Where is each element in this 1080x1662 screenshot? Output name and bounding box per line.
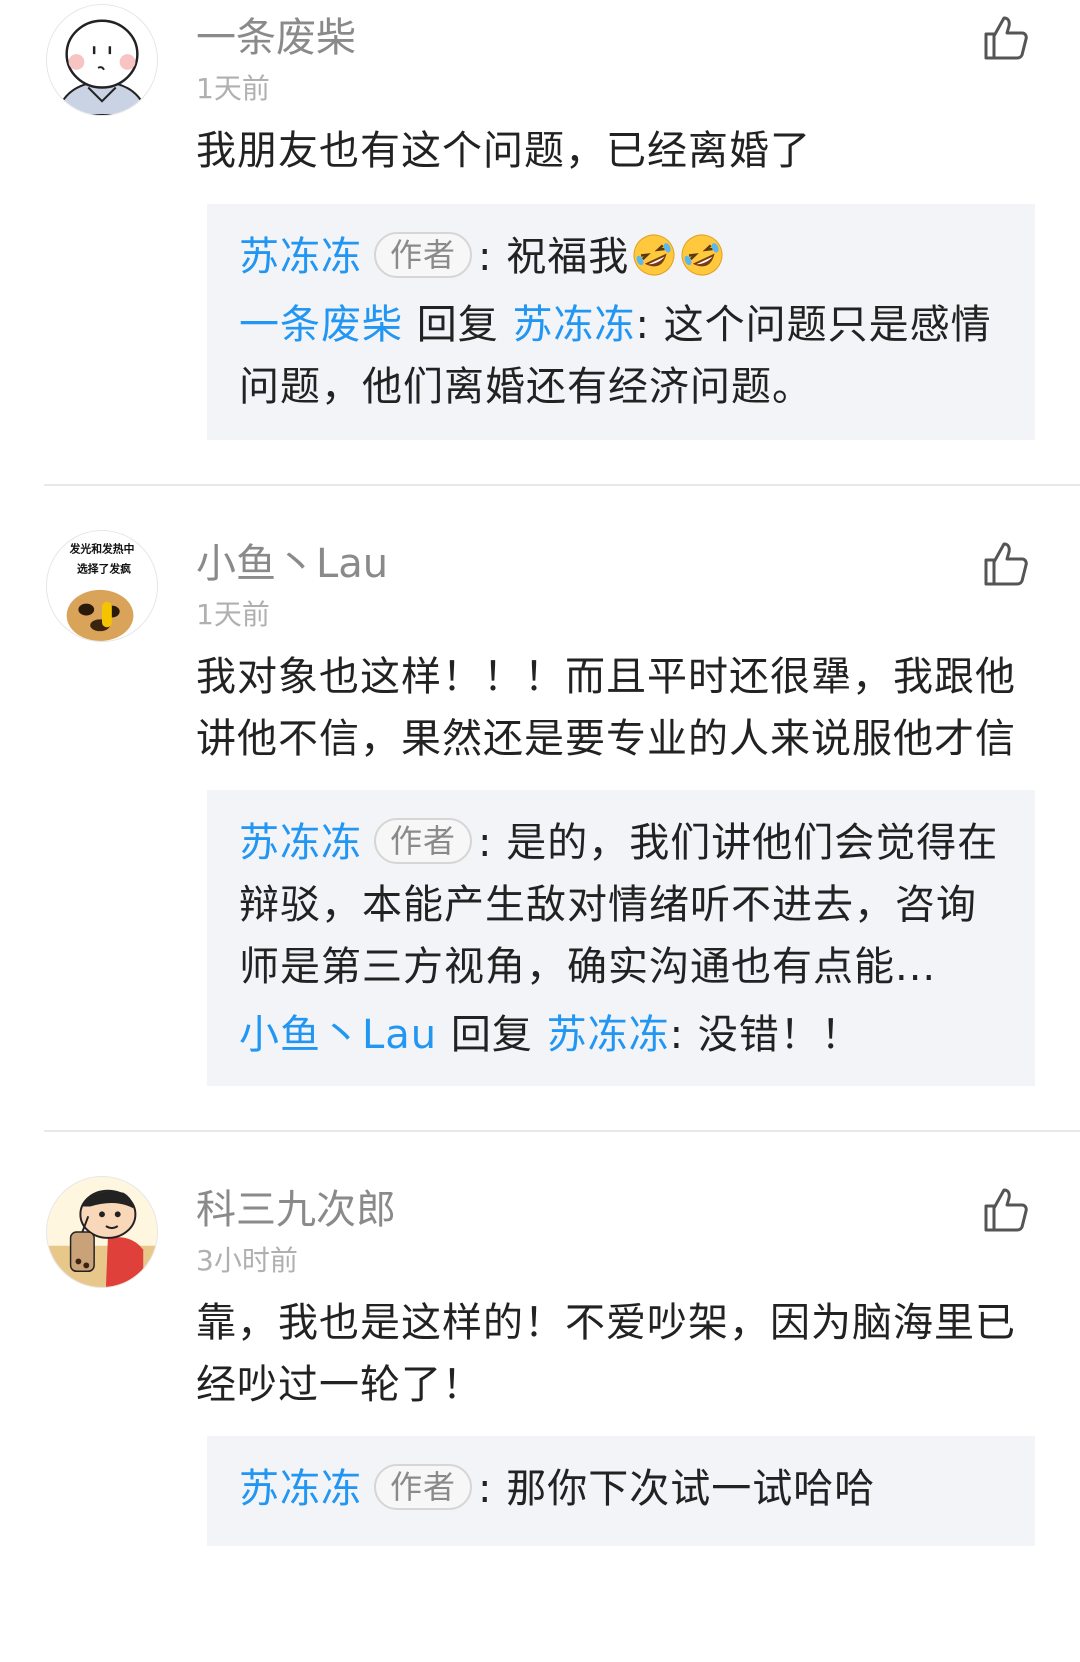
comment-time: 3小时前 (196, 1244, 298, 1277)
comment-username[interactable]: 小鱼丶Lau (196, 540, 388, 588)
avatar[interactable]: 发光和发热中 选择了发疯 (46, 530, 158, 642)
like-icon[interactable] (980, 12, 1032, 64)
comment-username[interactable]: 一条废柴 (196, 14, 356, 62)
reply-author-link[interactable]: 苏冻冻 (239, 1466, 362, 1512)
reply-author-link[interactable]: 小鱼丶Lau (239, 1012, 437, 1058)
avatar[interactable] (46, 4, 158, 116)
reply-verb: 回复 (403, 302, 513, 348)
reply-list: 苏冻冻 作者: 祝福我 一条废柴 回复 苏冻冻: 这个问题只是感情问题，他们离婚还… (207, 204, 1035, 440)
reply-text: : 没错！！ (669, 1012, 862, 1058)
reply-list: 苏冻冻 作者: 是的，我们讲他们会觉得在辩驳，本能产生敌对情绪听不进去，咨询师是第… (207, 790, 1035, 1086)
reply-author-link[interactable]: 苏冻冻 (239, 234, 362, 280)
reply-item: 小鱼丶Lau 回复 苏冻冻: 没错！！ (239, 1004, 1003, 1066)
reply-item: 苏冻冻 作者: 那你下次试一试哈哈 (239, 1458, 1003, 1520)
reply-author-link[interactable]: 苏冻冻 (239, 820, 362, 866)
comment-time: 1天前 (196, 598, 270, 631)
reply-text: : 那你下次试一试哈哈 (478, 1466, 876, 1512)
reply-author-link[interactable]: 一条废柴 (239, 302, 403, 348)
avatar-text: 选择了发疯 (77, 561, 131, 575)
like-icon[interactable] (980, 1184, 1032, 1236)
avatar[interactable] (46, 1176, 158, 1288)
avatar-text: 发光和发热中 (69, 542, 135, 556)
comment-content: 我朋友也有这个问题，已经离婚了 (196, 128, 811, 174)
comment-divider (44, 1130, 1080, 1132)
rofl-emoji-icon (631, 232, 677, 278)
author-badge: 作者 (374, 1464, 473, 1510)
reply-item: 苏冻冻 作者: 是的，我们讲他们会觉得在辩驳，本能产生敌对情绪听不进去，咨询师是第… (239, 812, 1003, 998)
reply-item: 一条废柴 回复 苏冻冻: 这个问题只是感情问题，他们离婚还有经济问题。 (239, 294, 1003, 418)
reply-item: 苏冻冻 作者: 祝福我 (239, 226, 1003, 288)
reply-target-link[interactable]: 苏冻冻 (547, 1012, 670, 1058)
author-badge: 作者 (374, 818, 473, 864)
comment-divider (44, 484, 1080, 486)
like-icon[interactable] (980, 538, 1032, 590)
rofl-emoji-icon (679, 232, 725, 278)
comment-content: 靠，我也是这样的！不爱吵架，因为脑海里已经吵过一轮了！ (196, 1300, 1016, 1408)
comment-content: 我对象也这样！！！而且平时还很犟，我跟他讲他不信，果然还是要专业的人来说服他才信 (196, 654, 1016, 762)
comment-time: 1天前 (196, 72, 270, 105)
comment-username[interactable]: 科三九次郎 (196, 1186, 396, 1234)
reply-verb: 回复 (437, 1012, 547, 1058)
author-badge: 作者 (374, 232, 473, 278)
reply-list: 苏冻冻 作者: 那你下次试一试哈哈 (207, 1436, 1035, 1546)
reply-target-link[interactable]: 苏冻冻 (512, 302, 635, 348)
reply-text: : 祝福我 (478, 234, 630, 280)
